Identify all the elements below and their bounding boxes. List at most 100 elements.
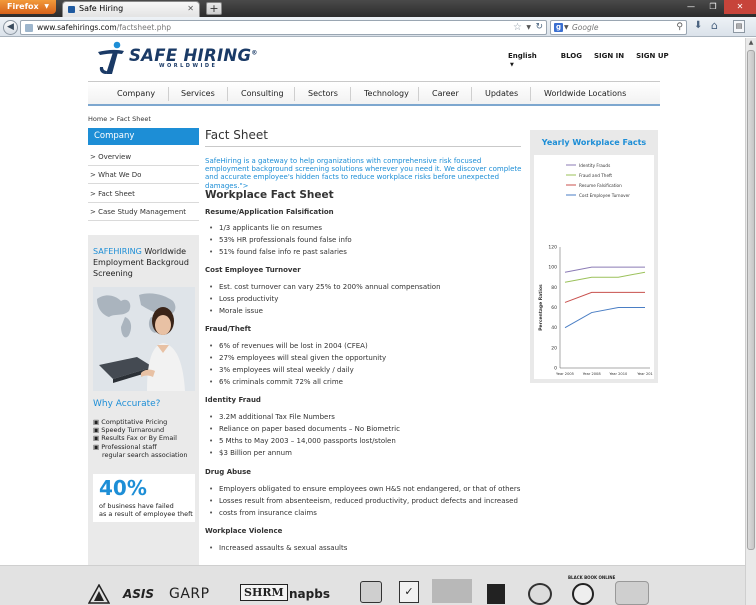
list-item: 53% HR professionals found false info: [209, 236, 352, 244]
list-item-continued: costs from insurance claims: [209, 509, 317, 517]
list-item: Reliance on paper based documents – No B…: [209, 425, 400, 433]
x-tick-label: Year 2008: [583, 372, 602, 376]
address-bar[interactable]: www.safehirings.com/factsheet.php ☆ ▼ ↻: [20, 20, 547, 35]
blog-link[interactable]: BLOG: [561, 52, 582, 68]
nav-consulting[interactable]: Consulting: [241, 82, 284, 105]
close-tab-icon[interactable]: ✕: [187, 2, 194, 16]
new-tab-button[interactable]: +: [206, 2, 222, 15]
logo-mark-icon: [98, 41, 124, 74]
search-bar: g ▼ ⚲: [550, 20, 687, 35]
why-accurate-title: Why Accurate?: [93, 399, 161, 409]
history-dropdown-icon[interactable]: ▼: [526, 21, 531, 34]
y-tick-label: 20: [551, 345, 557, 351]
reload-icon[interactable]: ↻: [535, 21, 543, 34]
bookmark-star-icon[interactable]: ☆: [513, 21, 522, 34]
sign-in-link[interactable]: SIGN IN: [594, 52, 624, 68]
list-item: Losses result from absenteeism, reduced …: [209, 497, 518, 505]
nav-technology[interactable]: Technology: [364, 82, 409, 105]
list-item: $3 Billion per annum: [209, 449, 292, 457]
nav-career[interactable]: Career: [432, 82, 459, 105]
list-item: Increased assaults & sexual assaults: [209, 544, 347, 552]
promo-brand: SAFEHIRING: [93, 247, 142, 256]
site-favicon-icon: [68, 6, 75, 13]
list-item: 3% employees will steal weekly / daily: [209, 366, 354, 374]
close-window-icon[interactable]: ✕: [724, 0, 756, 14]
list-item-text: Professional staff: [101, 442, 157, 451]
list-item-text: Speedy Turnaround: [101, 426, 165, 435]
list-item-text: Comptitative Pricing: [101, 418, 168, 426]
site-identity-icon[interactable]: [25, 24, 33, 32]
language-selector[interactable]: English ▼: [508, 52, 549, 68]
page-scrollbar[interactable]: ▲: [745, 38, 756, 605]
engine-dropdown-icon[interactable]: ▼: [564, 21, 569, 34]
logo-subtext: WORLDWIDE: [159, 63, 218, 69]
scroll-up-icon[interactable]: ▲: [746, 38, 756, 48]
logo-registered-mark: ®: [251, 49, 258, 57]
nav-divider: [294, 87, 295, 101]
nav-updates[interactable]: Updates: [485, 82, 518, 105]
back-button[interactable]: ◀: [3, 20, 18, 35]
stat-line: of business have failed: [99, 502, 174, 510]
url-domain: www.safehirings.com: [37, 23, 117, 32]
section-heading: Cost Employee Turnover: [205, 266, 301, 274]
sign-up-link[interactable]: SIGN UP: [636, 52, 669, 68]
site-logo[interactable]: SAFE HIRING® WORLDWIDE: [96, 41, 257, 75]
list-item: Morale issue: [209, 307, 263, 315]
checkbox-icon: ▣: [93, 426, 102, 435]
sidebar-item-fact-sheet[interactable]: > Fact Sheet: [88, 186, 199, 203]
list-item: 6% criminals commit 72% all crime: [209, 378, 343, 386]
sidebar-item-what-we-do[interactable]: > What We Do: [88, 167, 199, 184]
tab-bar: Firefox ▼ Safe Hiring ✕ + — ❐ ✕: [0, 0, 756, 17]
series-line: [564, 266, 645, 273]
list-item: ▣ Speedy Turnaround: [93, 426, 188, 434]
businesswoman-illustration: [93, 287, 195, 391]
chart-panel-title: Yearly Workplace Facts: [541, 138, 647, 147]
google-engine-icon[interactable]: g: [554, 23, 563, 32]
nav-divider: [418, 87, 419, 101]
nav-company[interactable]: Company: [117, 82, 155, 105]
asis-logo: ASIS: [123, 587, 155, 601]
maximize-icon[interactable]: ❐: [702, 0, 724, 14]
sidebar-item-case-study[interactable]: > Case Study Management: [88, 204, 199, 221]
list-item: 51% found false info re past salaries: [209, 248, 347, 256]
minimize-icon[interactable]: —: [680, 0, 702, 14]
list-item-text: regular search association: [102, 450, 188, 459]
firefox-menu-button[interactable]: Firefox ▼: [0, 0, 56, 14]
bookmarks-menu-icon[interactable]: ▤: [733, 20, 745, 33]
intro-text: SafeHiring is a gateway to help organiza…: [205, 157, 522, 190]
list-item: ▣ Results Fax or By Email: [93, 434, 188, 442]
round-seal-icon: [528, 583, 552, 605]
stat-value: 40%: [99, 476, 147, 500]
x-tick-label: Year 2010: [609, 372, 628, 376]
y-tick-label: 60: [551, 305, 557, 311]
home-icon[interactable]: ⌂: [711, 19, 718, 32]
stat-line: as a result of employee theft: [99, 510, 193, 518]
series-line: [564, 271, 646, 283]
caret-down-icon: ▼: [510, 62, 514, 68]
list-item: 27% employees will steal given the oppor…: [209, 354, 386, 362]
yearly-facts-panel: Yearly Workplace Facts Identity Frauds Fr…: [530, 130, 658, 383]
verified-check-icon: ✓: [399, 581, 419, 603]
y-tick-label: 100: [548, 265, 557, 271]
why-accurate-list: ▣ Comptitative Pricing ▣ Speedy Turnarou…: [93, 418, 188, 459]
browser-tab[interactable]: Safe Hiring ✕: [62, 1, 200, 17]
search-input[interactable]: [572, 22, 672, 33]
y-axis-label: Percentage Ratios: [538, 284, 544, 331]
list-item: Loss productivity: [209, 295, 278, 303]
browser-window: Firefox ▼ Safe Hiring ✕ + — ❐ ✕ ◀ www.saf…: [0, 0, 756, 605]
black-book-seal-icon: [572, 583, 594, 605]
nav-worldwide-locations[interactable]: Worldwide Locations: [544, 82, 626, 105]
legend-label: Identity Frauds: [579, 163, 610, 168]
nav-sectors[interactable]: Sectors: [308, 82, 338, 105]
search-icon[interactable]: ⚲: [676, 21, 683, 34]
y-tick-label: 0: [554, 366, 557, 372]
nav-divider: [530, 87, 531, 101]
list-item-text: Results Fax or By Email: [101, 434, 177, 443]
scroll-thumb[interactable]: [747, 50, 755, 550]
legend-label: Fraud and Theft: [579, 173, 612, 178]
section-heading: Resume/Application Falsification: [205, 208, 334, 216]
sidebar-item-overview[interactable]: > Overview: [88, 149, 199, 166]
downloads-icon[interactable]: ⬇: [694, 20, 702, 31]
nav-services[interactable]: Services: [181, 82, 215, 105]
sidebar-promo: SAFEHIRING Worldwide Employment Backgrou…: [88, 235, 199, 565]
